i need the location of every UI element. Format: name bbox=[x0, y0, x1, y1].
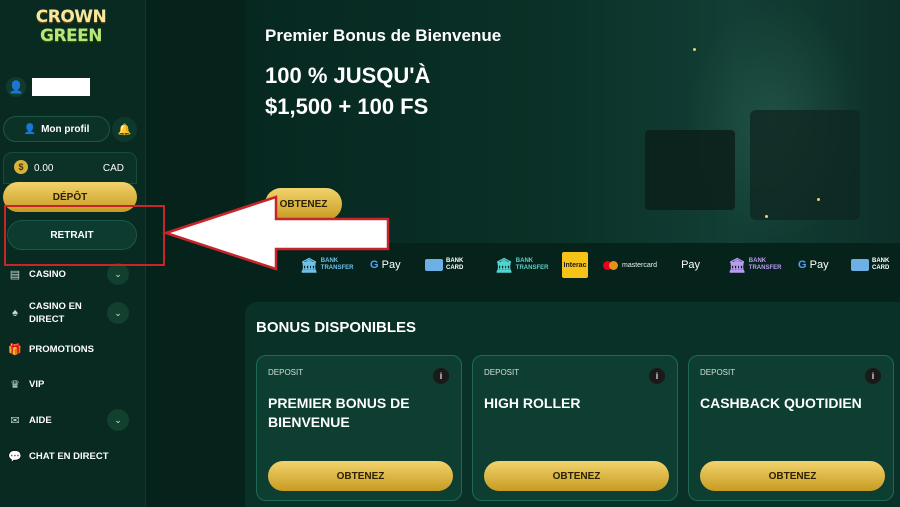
payment-bank-transfer: 🏛 BANK TRANSFER bbox=[495, 250, 548, 280]
hero-title-line2: $1,500 + 100 FS bbox=[265, 94, 429, 119]
nav-item-label: CASINO bbox=[29, 269, 66, 280]
info-icon[interactable]: i bbox=[865, 368, 881, 384]
payment-bank-card: BANK CARD bbox=[425, 250, 463, 280]
payment-label: mastercard bbox=[622, 261, 658, 269]
payment-line2: TRANSFER bbox=[515, 265, 549, 271]
crown-icon: ♛ bbox=[10, 379, 20, 391]
notifications-button[interactable]: 🔔 bbox=[112, 117, 137, 142]
brand-logo[interactable]: CROWN GREEN bbox=[22, 8, 120, 52]
nav-item-live-chat[interactable]: 💬 CHAT EN DIRECT bbox=[8, 450, 132, 463]
mail-icon: ✉ bbox=[10, 415, 20, 427]
bonus-section: BONUS DISPONIBLES DEPOSIT i PREMIER BONU… bbox=[245, 302, 900, 507]
nav-item-label: AIDE bbox=[29, 415, 52, 426]
nav-item-casino[interactable]: ▤ CASINO ⌄ bbox=[8, 263, 132, 285]
nav-item-label: PROMOTIONS bbox=[29, 344, 94, 355]
payment-google-pay: G Pay bbox=[370, 250, 401, 280]
chevron-down-icon[interactable]: ⌄ bbox=[107, 302, 129, 324]
bonus-claim-button[interactable]: OBTENEZ bbox=[484, 461, 669, 491]
payment-line2: CARD bbox=[872, 265, 890, 271]
profile-button-label: Mon profil bbox=[41, 123, 90, 135]
bonus-card: DEPOSIT i CASHBACK QUOTIDIEN OBTENEZ bbox=[688, 355, 894, 501]
hero-subtitle: Premier Bonus de Bienvenue bbox=[265, 26, 502, 45]
annotation-highlight-box bbox=[4, 205, 165, 266]
payment-bank-transfer: 🏛 BANK TRANSFER bbox=[728, 250, 781, 280]
bonus-card: DEPOSIT i HIGH ROLLER OBTENEZ bbox=[472, 355, 678, 501]
info-icon[interactable]: i bbox=[649, 368, 665, 384]
payment-label: Pay bbox=[381, 259, 401, 271]
user-avatar-icon: 👤 bbox=[6, 77, 26, 97]
card-icon bbox=[851, 259, 869, 271]
gift-icon: 🎁 bbox=[8, 344, 22, 356]
coin-icon: $ bbox=[14, 160, 28, 174]
hero-title: 100 % JUSQU'À $1,500 + 100 FS bbox=[265, 60, 430, 122]
google-g-icon: G bbox=[370, 259, 379, 271]
bonus-card-title: CASHBACK QUOTIDIEN bbox=[700, 395, 862, 411]
sparkle bbox=[817, 198, 820, 201]
nav-item-vip[interactable]: ♛ VIP bbox=[8, 378, 132, 391]
bonus-card-tag: DEPOSIT bbox=[484, 368, 520, 377]
payment-line2: CARD bbox=[446, 265, 464, 271]
bonus-card-tag: DEPOSIT bbox=[700, 368, 736, 377]
nav-item-label: CHAT EN DIRECT bbox=[29, 451, 109, 462]
gift-box-image bbox=[645, 130, 735, 210]
user-row: 👤 bbox=[6, 76, 140, 100]
payment-line1: BANK bbox=[446, 258, 464, 264]
sparkle bbox=[765, 215, 768, 218]
payment-line1: BANK bbox=[872, 258, 890, 264]
balance-currency: CAD bbox=[102, 163, 124, 174]
gift-box-image bbox=[750, 110, 860, 220]
bank-icon: 🏛 bbox=[495, 256, 513, 273]
info-icon[interactable]: i bbox=[433, 368, 449, 384]
google-g-icon: G bbox=[798, 259, 807, 271]
bank-icon: 🏛 bbox=[300, 256, 318, 273]
bonus-card-title: HIGH ROLLER bbox=[484, 395, 581, 411]
interac-logo: Interac bbox=[562, 252, 588, 278]
bonus-card: DEPOSIT i PREMIER BONUS DE BIENVENUE OBT… bbox=[256, 355, 462, 501]
bank-icon: 🏛 bbox=[728, 256, 746, 273]
casino-icon: ▤ bbox=[9, 269, 21, 281]
payment-interac: Interac bbox=[562, 250, 588, 280]
bonus-claim-button[interactable]: OBTENEZ bbox=[268, 461, 453, 491]
payment-google-pay: G Pay bbox=[798, 250, 829, 280]
payment-bank-card: BANK CARD bbox=[851, 250, 889, 280]
chat-icon: 💬 bbox=[8, 451, 22, 463]
payment-apple-pay: Pay bbox=[678, 250, 700, 280]
payment-line2: TRANSFER bbox=[748, 265, 782, 271]
payment-line1: BANK bbox=[515, 258, 534, 264]
payment-mastercard: mastercard bbox=[603, 250, 657, 280]
bell-icon: 🔔 bbox=[117, 124, 132, 136]
nav-item-label: VIP bbox=[29, 379, 45, 390]
bonus-card-tag: DEPOSIT bbox=[268, 368, 304, 377]
nav-item-help[interactable]: ✉ AIDE ⌄ bbox=[8, 409, 132, 431]
payment-line1: BANK bbox=[320, 258, 339, 264]
bonus-claim-button[interactable]: OBTENEZ bbox=[700, 461, 885, 491]
spade-icon: ♠ bbox=[12, 307, 18, 319]
sparkle bbox=[693, 48, 696, 51]
bonus-section-heading: BONUS DISPONIBLES bbox=[256, 319, 417, 336]
brand-logo-line1: CROWN bbox=[35, 7, 107, 27]
nav-item-label: CASINO EN DIRECT bbox=[29, 301, 82, 325]
card-icon bbox=[425, 259, 443, 271]
nav-item-live-casino[interactable]: ♠ CASINO EN DIRECT ⌄ bbox=[8, 300, 132, 326]
bonus-card-title: PREMIER BONUS DE BIENVENUE bbox=[268, 395, 410, 430]
payment-label: Pay bbox=[681, 259, 701, 271]
nav-item-promotions[interactable]: 🎁 PROMOTIONS bbox=[8, 343, 132, 356]
chevron-down-icon[interactable]: ⌄ bbox=[107, 409, 129, 431]
brand-logo-line2: GREEN bbox=[40, 26, 103, 46]
payment-label: Pay bbox=[809, 259, 829, 271]
payment-line1: BANK bbox=[748, 258, 767, 264]
profile-button[interactable]: 👤 Mon profil bbox=[3, 116, 110, 142]
balance-card: $ 0.00 CAD bbox=[3, 152, 137, 184]
chevron-down-icon[interactable]: ⌄ bbox=[107, 263, 129, 285]
payment-line2: TRANSFER bbox=[320, 265, 354, 271]
payment-bank-transfer: 🏛 BANK TRANSFER bbox=[300, 250, 353, 280]
person-icon: 👤 bbox=[23, 123, 37, 135]
payment-methods-strip: 🏛 BANK TRANSFER G Pay BANK CARD 🏛 BANK TRANSF… bbox=[245, 250, 900, 280]
redacted-username bbox=[32, 78, 90, 96]
hero-title-line1: 100 % JUSQU'À bbox=[265, 63, 431, 88]
balance-amount: 0.00 bbox=[34, 163, 54, 174]
